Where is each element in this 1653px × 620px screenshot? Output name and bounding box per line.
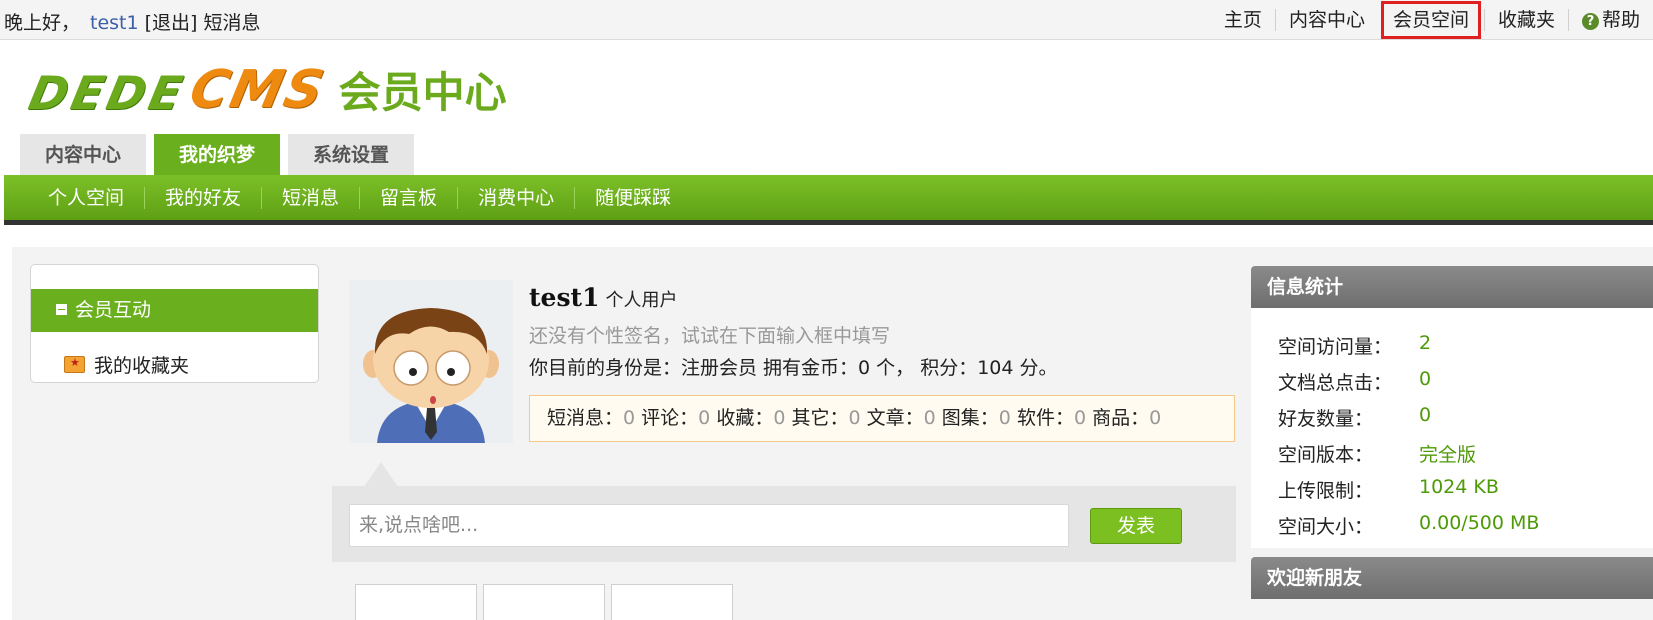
stat-row: 上传限制： 1024 KB: [1278, 476, 1499, 503]
subnav-personal-space[interactable]: 个人空间: [28, 187, 144, 209]
count-label-articles: 文章：: [866, 407, 924, 429]
count-label-other: 其它：: [791, 407, 849, 429]
count-label-software: 软件：: [1016, 407, 1074, 429]
subnav-browse[interactable]: 随便踩踩: [574, 186, 691, 209]
subnav-short-messages[interactable]: 短消息: [261, 186, 359, 209]
profile-username: test1: [529, 283, 600, 312]
tab-content-center[interactable]: 内容中心: [20, 134, 147, 176]
sidebar-item-label: 我的收藏夹: [94, 355, 190, 377]
feed-tab[interactable]: [483, 584, 605, 620]
stat-row: 空间版本： 完全版: [1278, 440, 1476, 467]
sidebar-item-favorites[interactable]: 我的收藏夹: [64, 351, 189, 378]
sidebar-section-title: 会员互动: [75, 299, 152, 321]
membership-status: 你目前的身份是：注册会员 拥有金币：0 个， 积分：104 分。: [529, 357, 1058, 379]
collapse-icon: [56, 304, 67, 315]
messages-link[interactable]: 短消息: [203, 12, 260, 34]
subnav-my-friends[interactable]: 我的好友: [144, 186, 261, 209]
stat-value: 2: [1419, 332, 1432, 354]
feed-tab[interactable]: [611, 584, 733, 620]
tab-system-settings[interactable]: 系统设置: [288, 134, 415, 176]
top-link-favorites[interactable]: 收藏夹: [1483, 9, 1568, 31]
top-bar: 晚上好， test1 [退出] 短消息 主页 内容中心 会员空间 收藏夹 ? 帮助: [0, 0, 1653, 40]
subnav-guestbook[interactable]: 留言板: [359, 186, 457, 209]
post-button[interactable]: 发表: [1090, 508, 1182, 544]
count-label-albums: 图集：: [941, 407, 999, 429]
count-label-messages: 短消息：: [547, 407, 624, 429]
activity-counts: 短消息：0 评论：0 收藏：0 其它：0 文章：0 图集：0 软件：0 商品：0: [529, 395, 1235, 442]
logo-subtitle: 会员中心: [338, 68, 507, 117]
count-value-albums: 0: [998, 407, 1011, 429]
top-link-help[interactable]: ? 帮助: [1567, 9, 1653, 31]
help-icon: ?: [1581, 13, 1599, 30]
profile-user-type: 个人用户: [605, 290, 678, 311]
feed-tab[interactable]: [355, 584, 477, 620]
count-label-favorites: 收藏：: [716, 407, 774, 429]
sidebar-panel: 会员互动 我的收藏夹: [30, 264, 319, 383]
top-link-member-space[interactable]: 会员空间: [1380, 1, 1481, 39]
count-label-comments: 评论：: [641, 407, 699, 429]
subnav-consumption[interactable]: 消费中心: [457, 186, 574, 209]
info-stats-header: 信息统计: [1251, 266, 1653, 308]
stat-label: 上传限制：: [1278, 480, 1374, 502]
stat-value: 完全版: [1419, 444, 1477, 466]
favorites-folder-icon: [64, 356, 85, 373]
stat-label: 空间大小：: [1278, 516, 1374, 538]
count-label-products: 商品：: [1092, 407, 1150, 429]
stat-label: 好友数量：: [1278, 408, 1374, 430]
profile-header: test1 个人用户: [529, 283, 677, 312]
sidebar-section-header[interactable]: 会员互动: [31, 289, 318, 332]
stat-label: 文档总点击：: [1278, 372, 1393, 394]
welcome-area: 晚上好， test1 [退出] 短消息: [4, 8, 260, 35]
count-value-software: 0: [1073, 407, 1087, 429]
stat-value: 0.00/500 MB: [1419, 512, 1540, 534]
count-value-other: 0: [848, 407, 861, 429]
count-value-comments: 0: [698, 407, 711, 429]
help-label: 帮助: [1601, 9, 1640, 31]
stat-value: 0: [1419, 404, 1432, 426]
signature-hint: 还没有个性签名，试试在下面输入框中填写: [529, 325, 891, 347]
top-nav: 主页 内容中心 会员空间 收藏夹 ? 帮助: [1211, 0, 1653, 40]
username-link[interactable]: test1: [90, 12, 139, 34]
stat-row: 好友数量： 0: [1278, 404, 1431, 431]
speech-arrow: [364, 462, 398, 487]
stat-row: 空间大小： 0.00/500 MB: [1278, 512, 1539, 539]
stat-row: 文档总点击： 0: [1278, 368, 1431, 395]
stat-value: 0: [1419, 368, 1432, 390]
count-value-articles: 0: [923, 407, 936, 429]
top-link-content-center[interactable]: 内容中心: [1274, 9, 1378, 31]
logo-cms: CMS: [184, 60, 331, 120]
tab-my-dream[interactable]: 我的织梦: [154, 134, 281, 176]
stat-row: 空间访问量： 2: [1278, 332, 1431, 359]
welcome-header: 欢迎新朋友: [1251, 557, 1653, 599]
top-link-home[interactable]: 主页: [1211, 9, 1275, 31]
greeting-text: 晚上好，: [4, 12, 81, 34]
stat-label: 空间访问量：: [1278, 336, 1393, 358]
count-value-favorites: 0: [773, 407, 786, 429]
site-logo[interactable]: DEDE CMS 会员中心: [24, 60, 506, 120]
post-input[interactable]: 来,说点啥吧...: [349, 504, 1069, 547]
stat-value: 1024 KB: [1419, 476, 1499, 498]
stat-label: 空间版本：: [1278, 444, 1374, 466]
sub-nav: 个人空间 我的好友 短消息 留言板 消费中心 随便踩踩: [4, 175, 1653, 225]
logo-dede: DEDE: [24, 66, 191, 120]
main-tabs: 内容中心 我的织梦 系统设置: [20, 134, 422, 176]
count-value-products: 0: [1149, 407, 1162, 429]
logout-link[interactable]: [退出]: [145, 12, 198, 34]
count-value-messages: 0: [623, 407, 636, 429]
avatar[interactable]: [349, 280, 513, 443]
